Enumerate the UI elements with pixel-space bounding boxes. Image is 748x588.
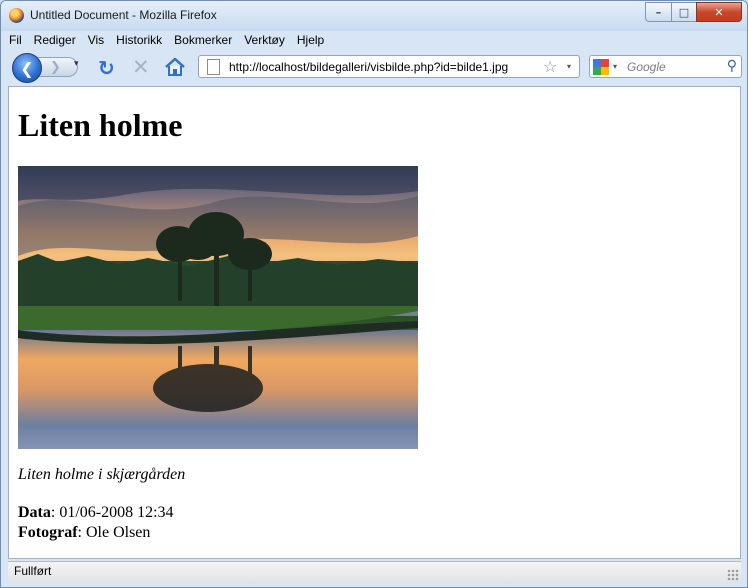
- menu-historikk[interactable]: Historikk: [115, 31, 163, 51]
- status-bar: Fullført: [8, 561, 741, 582]
- window-title: Untitled Document - Mozilla Firefox: [30, 8, 217, 22]
- resize-grip-icon[interactable]: [727, 569, 739, 581]
- browser-window: Untitled Document - Mozilla Firefox – □ …: [0, 0, 748, 588]
- google-logo-icon[interactable]: [593, 59, 609, 75]
- status-text: Fullført: [14, 564, 52, 578]
- photo-island-sunset: [18, 166, 418, 449]
- page-content: Liten holme Liten holme i skjærgården Da…: [8, 86, 741, 559]
- stop-button[interactable]: ✕: [132, 55, 150, 79]
- forward-arrow-icon: ❯: [50, 59, 61, 75]
- menu-hjelp[interactable]: Hjelp: [296, 31, 325, 51]
- search-bar[interactable]: ▾ Google ⚲: [589, 55, 742, 78]
- minimize-button[interactable]: –: [645, 2, 671, 22]
- photographer-row: Fotograf: Ole Olsen: [18, 523, 174, 543]
- url-dropdown-icon[interactable]: ▾: [567, 62, 571, 71]
- forward-button[interactable]: ❯: [36, 57, 78, 77]
- bookmark-star-icon[interactable]: ☆: [543, 57, 557, 76]
- photo-caption: Liten holme i skjærgården: [18, 466, 186, 483]
- menu-rediger[interactable]: Rediger: [33, 31, 77, 51]
- date-label: Data: [18, 504, 51, 521]
- url-input[interactable]: http://localhost/bildegalleri/visbilde.p…: [229, 60, 508, 74]
- back-button[interactable]: ❮: [12, 53, 42, 83]
- photographer-label: Fotograf: [18, 524, 78, 541]
- title-bar[interactable]: Untitled Document - Mozilla Firefox – □ …: [1, 1, 747, 29]
- page-icon: [207, 59, 220, 75]
- window-controls: – □ ✕: [645, 2, 742, 22]
- date-row: Data: 01/06-2008 12:34: [18, 503, 174, 523]
- back-arrow-icon: ❮: [20, 58, 34, 78]
- maximize-button[interactable]: □: [671, 2, 696, 22]
- photographer-value: : Ole Olsen: [77, 524, 151, 541]
- date-value: : 01/06-2008 12:34: [50, 504, 174, 521]
- photo-metadata: Data: 01/06-2008 12:34 Fotograf: Ole Ols…: [18, 503, 174, 543]
- navigation-toolbar: ❯ ❮ ▾ ↻ ✕ http://localhost/bildegalleri/…: [8, 53, 742, 83]
- menu-bar: Fil Rediger Vis Historikk Bokmerker Verk…: [8, 31, 325, 51]
- firefox-logo-icon: [9, 8, 24, 23]
- search-input[interactable]: Google: [627, 60, 666, 74]
- menu-fil[interactable]: Fil: [8, 31, 23, 51]
- menu-bokmerker[interactable]: Bokmerker: [173, 31, 233, 51]
- address-bar[interactable]: http://localhost/bildegalleri/visbilde.p…: [198, 55, 580, 78]
- home-button[interactable]: [164, 56, 186, 78]
- history-dropdown-icon[interactable]: ▾: [74, 59, 79, 69]
- page-title: Liten holme: [18, 107, 183, 143]
- search-engine-dropdown-icon[interactable]: ▾: [613, 62, 617, 71]
- search-go-icon[interactable]: ⚲: [727, 58, 737, 74]
- menu-vis[interactable]: Vis: [87, 31, 105, 51]
- reload-button[interactable]: ↻: [98, 56, 115, 80]
- close-button[interactable]: ✕: [696, 2, 742, 22]
- menu-verktoy[interactable]: Verktøy: [243, 31, 286, 51]
